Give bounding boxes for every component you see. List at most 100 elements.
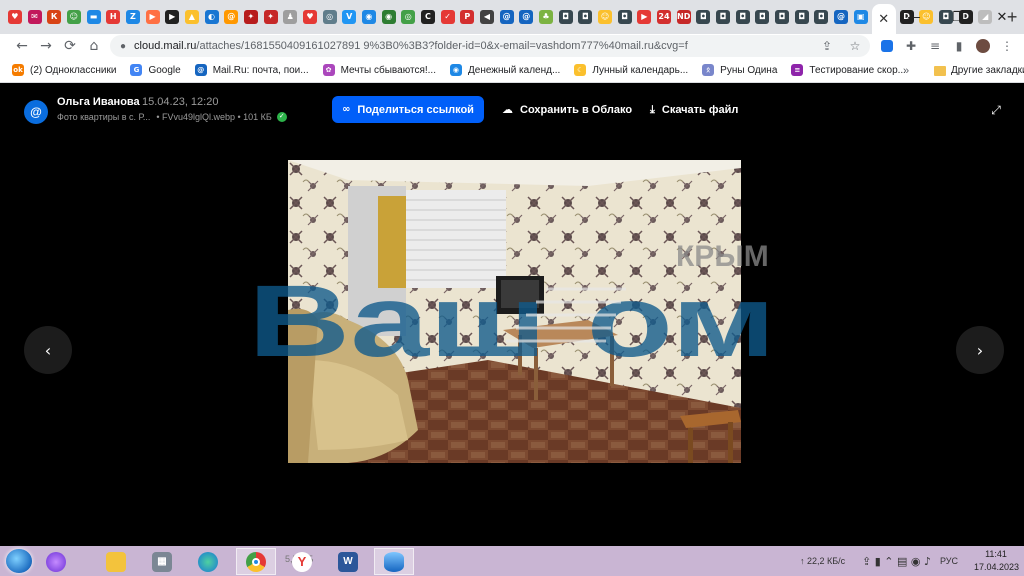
bookmark-item[interactable]: @ Mail.Ru: почта, пои...: [194, 64, 309, 76]
tab-38[interactable]: ◘: [754, 4, 772, 30]
tab-42[interactable]: @: [832, 4, 850, 30]
tab-10[interactable]: ◐: [203, 4, 221, 30]
alice-app[interactable]: [36, 548, 76, 575]
tab-21[interactable]: C: [419, 4, 437, 30]
tab-32[interactable]: ▶: [636, 4, 654, 30]
tab-17[interactable]: V: [340, 4, 358, 30]
tab-18[interactable]: ◉: [360, 4, 378, 30]
tab-26[interactable]: @: [517, 4, 535, 30]
bookmark-item[interactable]: ᛟ Руны Одина: [702, 64, 777, 76]
profile-avatar[interactable]: [972, 34, 994, 58]
tab-13[interactable]: ✦: [262, 4, 280, 30]
tab-43[interactable]: ▣: [852, 4, 870, 30]
tab-39[interactable]: ◘: [773, 4, 791, 30]
tab-16[interactable]: ◎: [321, 4, 339, 30]
url-text[interactable]: cloud.mail.ru/attaches/16815504091610278…: [134, 40, 688, 52]
word-app[interactable]: W: [328, 548, 368, 575]
mailru-icon: @: [194, 64, 207, 76]
tab-8[interactable]: ▶: [163, 4, 181, 30]
tab-15[interactable]: ♥: [301, 4, 319, 30]
tab-25[interactable]: @: [498, 4, 516, 30]
address-bar[interactable]: ● cloud.mail.ru/attaches/168155040916102…: [110, 35, 870, 57]
tab-0[interactable]: ♥: [6, 4, 24, 30]
save-to-cloud-button[interactable]: ☁ Сохранить в Облако: [502, 96, 632, 123]
dream-icon: ✿: [322, 64, 335, 76]
network-speed: ↑ 22,2 КБ/с: [800, 556, 846, 566]
tab-6[interactable]: Z: [124, 4, 142, 30]
tab-3[interactable]: ☺: [65, 4, 83, 30]
mailru-icon: @: [224, 10, 239, 24]
menu-icon[interactable]: ⋮: [996, 34, 1018, 58]
bookmark-item[interactable]: ok (2) Одноклассники: [12, 64, 116, 76]
tab-23[interactable]: P: [458, 4, 476, 30]
tab-12[interactable]: ✦: [242, 4, 260, 30]
forward-button[interactable]: →: [34, 34, 58, 58]
download-button[interactable]: ⤓ Скачать файл: [650, 96, 738, 123]
tab-41[interactable]: ◘: [813, 4, 831, 30]
minimize-button[interactable]: —: [892, 0, 936, 34]
extensions-puzzle-icon[interactable]: ✚: [900, 34, 922, 58]
tab-14[interactable]: ♟: [281, 4, 299, 30]
video-icon: ▶: [165, 10, 180, 24]
other-bookmarks-folder[interactable]: Другие закладки: [930, 58, 1024, 83]
extension-icon[interactable]: [876, 34, 898, 58]
system-clock[interactable]: 11:41 17.04.2023: [974, 548, 1019, 574]
tab-36[interactable]: ◘: [714, 4, 732, 30]
share-page-icon[interactable]: ⇪: [816, 35, 838, 57]
tab-2[interactable]: К: [45, 4, 63, 30]
start-button[interactable]: [6, 549, 32, 573]
tab-37[interactable]: ◘: [734, 4, 752, 30]
share-link-button[interactable]: ∞ Поделиться ссылкой: [332, 96, 484, 123]
maximize-button[interactable]: ❐: [936, 0, 980, 34]
tray-icons[interactable]: ⇪ ▮ ⌃ ▤ ◉ ♪: [862, 546, 931, 576]
tab-28[interactable]: ◘: [557, 4, 575, 30]
play-icon: ▶: [145, 10, 160, 24]
tab-33[interactable]: 24: [655, 4, 673, 30]
tab-29[interactable]: ◘: [576, 4, 594, 30]
back-button[interactable]: ←: [10, 34, 34, 58]
bookmark-item[interactable]: ✿ Мечты сбываются!...: [322, 64, 436, 76]
chrome-app[interactable]: [236, 548, 276, 575]
side-panel-icon[interactable]: ▮: [948, 34, 970, 58]
tab-5[interactable]: Н: [104, 4, 122, 30]
tab-9[interactable]: ▲: [183, 4, 201, 30]
mailru-icon: @: [834, 10, 849, 24]
sender-name: Ольга Иванова: [57, 96, 140, 108]
previous-photo-button[interactable]: ‹: [24, 326, 72, 374]
tab-27[interactable]: ♣: [537, 4, 555, 30]
tab-11[interactable]: @: [222, 4, 240, 30]
edge-app[interactable]: [188, 548, 228, 575]
explorer-app[interactable]: [96, 548, 136, 575]
tab-19[interactable]: ◉: [380, 4, 398, 30]
reload-button[interactable]: ⟳: [58, 34, 82, 58]
tab-31[interactable]: ◘: [616, 4, 634, 30]
tab-4[interactable]: ▬: [85, 4, 103, 30]
tab-40[interactable]: ◘: [793, 4, 811, 30]
bookmark-item[interactable]: ☾ Лунный календарь...: [574, 64, 688, 76]
bookmark-item[interactable]: ≡ Тестирование скор...: [791, 64, 906, 76]
tab-7[interactable]: ▶: [144, 4, 162, 30]
calculator-app[interactable]: ▦: [142, 548, 182, 575]
close-window-button[interactable]: ✕: [980, 0, 1024, 34]
tab-22[interactable]: ✓: [439, 4, 457, 30]
bookmark-item[interactable]: ◉ Денежный календ...: [449, 64, 560, 76]
tab-1[interactable]: ✉: [26, 4, 44, 30]
yandex-browser-app[interactable]: Y: [282, 548, 322, 575]
next-photo-button[interactable]: ›: [956, 326, 1004, 374]
media-control-icon[interactable]: ≡: [924, 34, 946, 58]
fullscreen-icon[interactable]: ⤢: [986, 100, 1006, 120]
bookmarks-overflow-button[interactable]: »: [903, 58, 909, 83]
bookmark-star-icon[interactable]: ☆: [844, 35, 866, 57]
cloud-disk-icon: [384, 551, 404, 572]
home-button[interactable]: ⌂: [82, 34, 106, 58]
lock-icon[interactable]: ●: [120, 41, 126, 52]
disk-app[interactable]: [374, 548, 414, 575]
tab-20[interactable]: ◎: [399, 4, 417, 30]
language-indicator[interactable]: РУС: [940, 546, 958, 576]
tab-35[interactable]: ◘: [695, 4, 713, 30]
tab-34[interactable]: ND: [675, 4, 693, 30]
tab-24[interactable]: ◀: [478, 4, 496, 30]
bookmark-item[interactable]: G Google: [130, 64, 181, 76]
close-tab-icon[interactable]: ✕: [878, 12, 889, 27]
tab-30[interactable]: ☺: [596, 4, 614, 30]
